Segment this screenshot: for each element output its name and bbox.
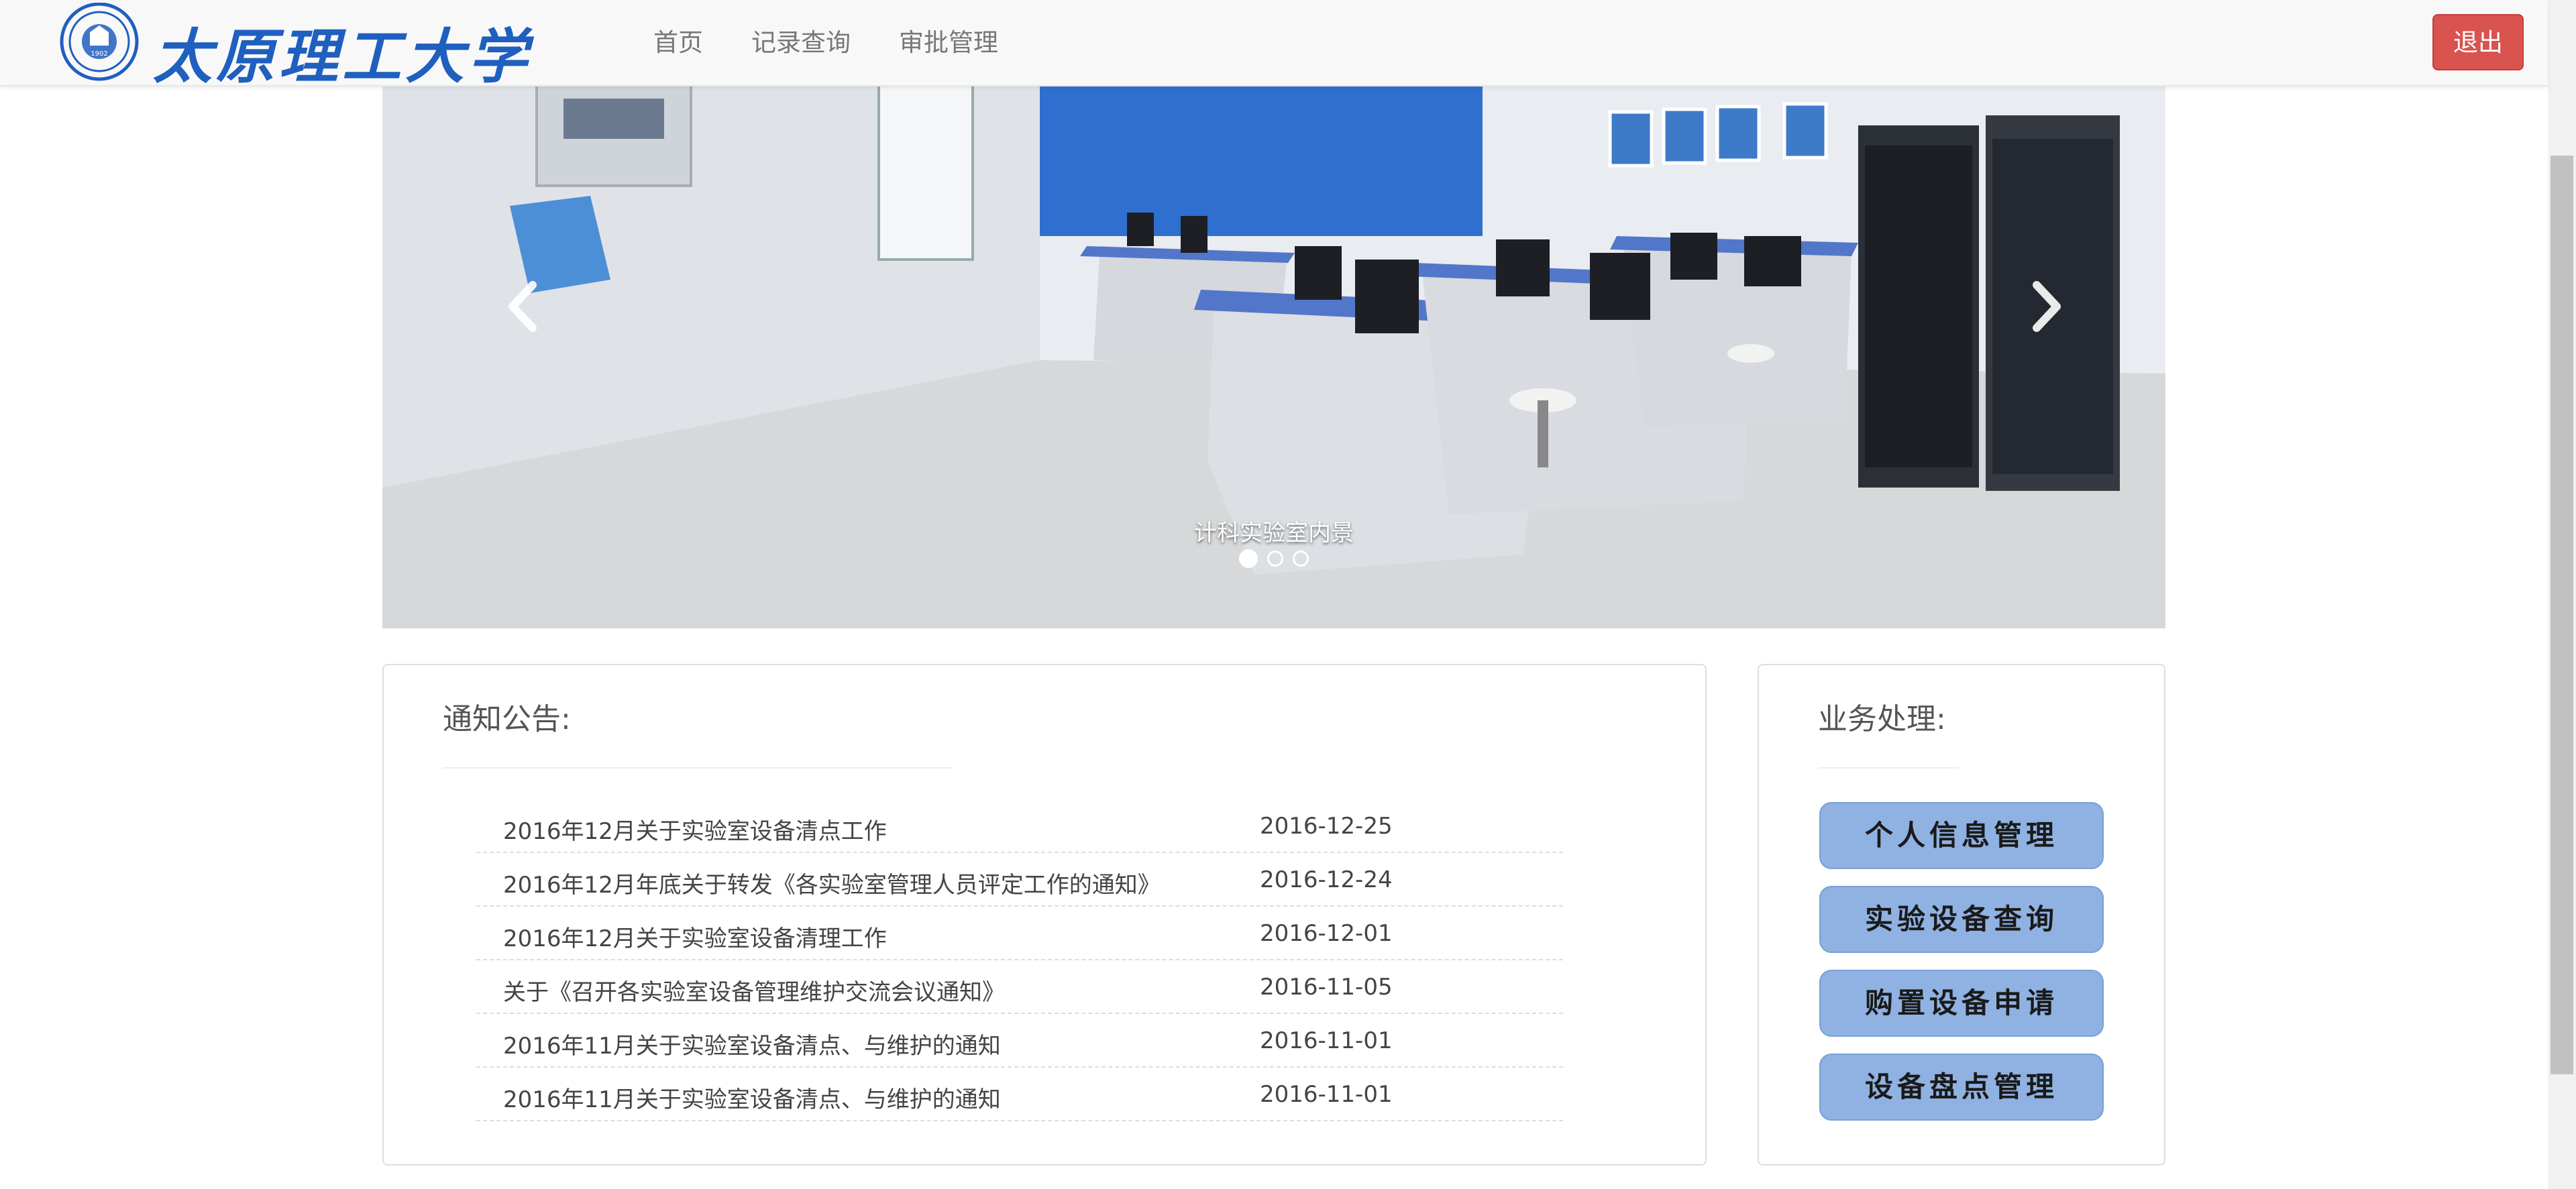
carousel-caption: 计科实验室内景 — [1194, 520, 1354, 547]
carousel-indicator-1[interactable] — [1239, 549, 1258, 568]
notice-date: 2016-11-01 — [1260, 1081, 1393, 1108]
university-logo[interactable]: 1902 太原理工大学 — [56, 2, 527, 91]
title-divider — [1818, 767, 1959, 769]
logo-text: 太原理工大学 — [153, 21, 532, 91]
notice-date: 2016-11-05 — [1260, 974, 1393, 1001]
notice-date: 2016-11-01 — [1260, 1027, 1393, 1054]
chevron-left-icon — [508, 281, 537, 332]
list-item[interactable]: 2016年12月年底关于转发《各实验室管理人员评定工作的通知》 2016-12-… — [476, 853, 1563, 907]
list-item[interactable]: 2016年11月关于实验室设备清点、与维护的通知 2016-11-01 — [476, 1014, 1563, 1068]
purchase-request-button[interactable]: 购置设备申请 — [1819, 970, 2104, 1037]
notice-panel-title: 通知公告: — [443, 702, 571, 736]
top-navbar: 1902 太原理工大学 首页 记录查询 审批管理 退出 — [0, 0, 2548, 91]
notice-title[interactable]: 2016年11月关于实验室设备清点、与维护的通知 — [503, 1027, 1001, 1060]
notice-date: 2016-12-25 — [1260, 813, 1393, 840]
nav-approval-management[interactable]: 审批管理 — [875, 0, 1022, 85]
list-item[interactable]: 关于《召开各实验室设备管理维护交流会议通知》 2016-11-05 — [476, 960, 1563, 1014]
equipment-query-button[interactable]: 实验设备查询 — [1819, 886, 2104, 953]
scrollbar-thumb[interactable] — [2551, 156, 2573, 1074]
personal-info-button[interactable]: 个人信息管理 — [1819, 802, 2104, 869]
notice-title[interactable]: 2016年12月关于实验室设备清点工作 — [503, 813, 887, 846]
inventory-management-button[interactable]: 设备盘点管理 — [1819, 1054, 2104, 1121]
notice-panel: 通知公告: 2016年12月关于实验室设备清点工作 2016-12-25 201… — [382, 664, 1707, 1166]
carousel-indicators — [382, 549, 2165, 568]
notice-title[interactable]: 2016年12月关于实验室设备清理工作 — [503, 920, 887, 953]
business-panel-title: 业务处理: — [1818, 702, 1946, 736]
chevron-right-icon — [2033, 281, 2061, 332]
list-item[interactable]: 2016年12月关于实验室设备清理工作 2016-12-01 — [476, 907, 1563, 960]
main-nav: 首页 记录查询 审批管理 — [629, 0, 1022, 85]
notice-title[interactable]: 2016年11月关于实验室设备清点、与维护的通知 — [503, 1081, 1001, 1114]
page-scrollbar[interactable] — [2548, 0, 2576, 1189]
notice-date: 2016-12-24 — [1260, 866, 1393, 893]
title-divider — [443, 767, 953, 769]
nav-home[interactable]: 首页 — [629, 0, 727, 85]
carousel-indicator-2[interactable] — [1267, 551, 1283, 567]
logout-button[interactable]: 退出 — [2432, 14, 2524, 70]
list-item[interactable]: 2016年12月关于实验室设备清点工作 2016-12-25 — [476, 799, 1563, 853]
carousel-indicator-3[interactable] — [1293, 551, 1309, 567]
business-panel: 业务处理: 个人信息管理 实验设备查询 购置设备申请 设备盘点管理 — [1758, 664, 2165, 1166]
business-button-list: 个人信息管理 实验设备查询 购置设备申请 设备盘点管理 — [1819, 802, 2104, 1137]
notice-title[interactable]: 关于《召开各实验室设备管理维护交流会议通知》 — [503, 974, 1005, 1007]
list-item[interactable]: 2016年11月关于实验室设备清点、与维护的通知 2016-11-01 — [476, 1068, 1563, 1121]
notice-list: 2016年12月关于实验室设备清点工作 2016-12-25 2016年12月年… — [476, 799, 1563, 1121]
notice-title[interactable]: 2016年12月年底关于转发《各实验室管理人员评定工作的通知》 — [503, 866, 1161, 899]
svg-text:1902: 1902 — [91, 50, 107, 58]
nav-record-query[interactable]: 记录查询 — [727, 0, 875, 85]
notice-date: 2016-12-01 — [1260, 920, 1393, 947]
image-carousel: 计科实验室内景 — [382, 85, 2165, 628]
